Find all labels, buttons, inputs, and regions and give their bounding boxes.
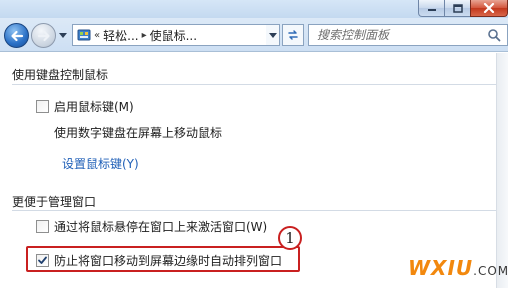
mouse-keys-checkbox[interactable]: [36, 100, 49, 113]
vertical-scrollbar[interactable]: [496, 53, 508, 288]
search-icon[interactable]: [487, 28, 501, 42]
maximize-icon: [453, 4, 463, 13]
search-input[interactable]: [317, 26, 487, 44]
site-watermark-logo: WXIU .COM: [408, 256, 508, 280]
forward-arrow-icon: [37, 30, 51, 42]
breadcrumb-separator-icon[interactable]: ▸: [142, 30, 147, 41]
title-bar: [0, 0, 508, 18]
section-divider: [12, 210, 500, 211]
breadcrumb-ease-of-access[interactable]: 轻松...: [103, 27, 138, 44]
section-title-manage-windows: 更便于管理窗口: [12, 193, 96, 210]
back-arrow-icon: [10, 30, 24, 42]
hover-activate-checkbox-row[interactable]: 通过将鼠标悬停在窗口上来激活窗口(W): [36, 218, 267, 235]
annotation-number-badge: 1: [278, 226, 302, 250]
hover-activate-label[interactable]: 通过将鼠标悬停在窗口上来激活窗口(W): [54, 218, 267, 235]
back-button[interactable]: [4, 23, 29, 48]
address-overflow[interactable]: «: [94, 30, 100, 41]
recent-pages-dropdown[interactable]: [58, 30, 68, 40]
minimize-icon: [427, 4, 437, 12]
chevron-down-icon: [269, 33, 277, 38]
breadcrumb-make-mouse-easier[interactable]: 使鼠标...: [150, 27, 197, 44]
address-history-dropdown[interactable]: [266, 24, 280, 46]
setup-mouse-keys-link[interactable]: 设置鼠标键(Y): [62, 155, 139, 172]
search-box[interactable]: [308, 24, 508, 46]
close-icon: [483, 3, 495, 13]
hover-activate-checkbox[interactable]: [36, 220, 49, 233]
maximize-button[interactable]: [444, 0, 471, 17]
section-title-keyboard-mouse: 使用键盘控制鼠标: [12, 66, 108, 83]
mouse-keys-label[interactable]: 启用鼠标键(M): [54, 98, 134, 115]
close-button[interactable]: [470, 0, 508, 17]
watermark-main-text: WXIU: [408, 256, 473, 280]
mouse-keys-description: 使用数字键盘在屏幕上移动鼠标: [54, 124, 222, 141]
annotation-highlight-box: [26, 246, 300, 272]
chevron-down-icon: [59, 33, 67, 38]
section-divider: [12, 84, 500, 85]
refresh-button[interactable]: [282, 24, 304, 46]
mouse-keys-checkbox-row[interactable]: 启用鼠标键(M): [36, 98, 134, 115]
address-bar[interactable]: « 轻松... ▸ 使鼠标...: [72, 24, 272, 46]
control-panel-icon: [77, 28, 91, 42]
refresh-icon: [286, 29, 300, 41]
minimize-button[interactable]: [418, 0, 445, 17]
forward-button[interactable]: [31, 23, 56, 48]
watermark-suffix-text: .COM: [473, 264, 508, 278]
navigation-bar: « 轻松... ▸ 使鼠标...: [0, 18, 508, 52]
